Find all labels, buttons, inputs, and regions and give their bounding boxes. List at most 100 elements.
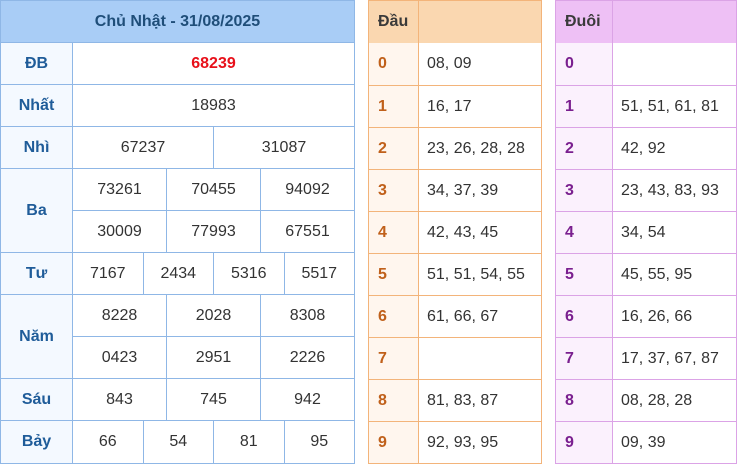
dau-numbers bbox=[419, 338, 541, 379]
duoi-digit: 2 bbox=[556, 128, 613, 169]
dau-row: 1 16, 17 bbox=[369, 85, 541, 127]
prize-number: 31087 bbox=[213, 127, 354, 168]
duoi-row: 6 16, 26, 66 bbox=[556, 295, 736, 337]
duoi-digit: 7 bbox=[556, 338, 613, 379]
prize-line: 30009 77993 67551 bbox=[73, 210, 354, 252]
duoi-digit: 3 bbox=[556, 170, 613, 211]
prize-row: Nhì 67237 31087 bbox=[1, 127, 354, 169]
prize-line: 67237 31087 bbox=[73, 127, 354, 168]
dau-digit: 2 bbox=[369, 128, 419, 169]
dau-rows: 0 08, 09 1 16, 17 2 23, 26, 28, 28 3 34, 37, 39… bbox=[369, 43, 541, 463]
prize-number: 2028 bbox=[166, 295, 260, 336]
prize-line: 0423 2951 2226 bbox=[73, 336, 354, 378]
prize-number: 70455 bbox=[166, 169, 260, 210]
dau-row: 7 bbox=[369, 337, 541, 379]
prize-row: Năm 8228 2028 8308 0423 2951 2226 bbox=[1, 295, 354, 379]
prize-number: 5316 bbox=[213, 253, 284, 294]
duoi-numbers: 17, 37, 67, 87 bbox=[621, 349, 719, 367]
duoi-row: 9 09, 39 bbox=[556, 421, 736, 463]
prize-values: 66 54 81 95 bbox=[73, 421, 354, 463]
duoi-digit: 1 bbox=[556, 86, 613, 127]
dau-numbers: 16, 17 bbox=[427, 97, 472, 115]
dau-row: 8 81, 83, 87 bbox=[369, 379, 541, 421]
prize-label: Sáu bbox=[1, 379, 73, 420]
dau-digit: 4 bbox=[369, 212, 419, 253]
prize-number: 8228 bbox=[101, 306, 138, 324]
prize-number: 2951 bbox=[166, 337, 260, 378]
prize-line: 843 745 942 bbox=[73, 379, 354, 420]
dau-row: 4 42, 43, 45 bbox=[369, 211, 541, 253]
duoi-rows: 0 1 51, 51, 61, 81 2 42, 92 3 23, 43, 83, 93 4 3… bbox=[556, 43, 736, 463]
prize-number: 73261 bbox=[97, 180, 142, 198]
dau-digit: 8 bbox=[369, 380, 419, 421]
prize-label: Nhì bbox=[1, 127, 73, 168]
prize-values: 7167 2434 5316 5517 bbox=[73, 253, 354, 294]
prize-number: 7167 bbox=[89, 264, 126, 282]
prize-values: 67237 31087 bbox=[73, 127, 354, 168]
duoi-digit: 4 bbox=[556, 212, 613, 253]
prize-number: 81 bbox=[213, 421, 284, 463]
dau-row: 2 23, 26, 28, 28 bbox=[369, 127, 541, 169]
prize-values: 68239 bbox=[73, 43, 354, 84]
prize-number: 67237 bbox=[120, 138, 166, 156]
duoi-row: 5 45, 55, 95 bbox=[556, 253, 736, 295]
duoi-header-spacer bbox=[613, 1, 736, 43]
dau-numbers: 92, 93, 95 bbox=[427, 433, 499, 451]
prize-label: Ba bbox=[1, 169, 73, 252]
dau-digit: 7 bbox=[369, 338, 419, 379]
prize-number: 66 bbox=[98, 433, 117, 450]
dau-numbers: 42, 43, 45 bbox=[427, 223, 499, 241]
prize-number: 95 bbox=[283, 421, 355, 463]
prize-number: 843 bbox=[106, 390, 133, 408]
results-date-title: Chủ Nhật - 31/08/2025 bbox=[1, 1, 354, 43]
dau-numbers: 61, 66, 67 bbox=[427, 307, 499, 325]
dau-row: 3 34, 37, 39 bbox=[369, 169, 541, 211]
prize-number: 67551 bbox=[260, 211, 354, 252]
duoi-numbers: 09, 39 bbox=[621, 433, 666, 451]
prize-label: ĐB bbox=[1, 43, 73, 84]
prize-row: Nhất 18983 bbox=[1, 85, 354, 127]
prize-values: 18983 bbox=[73, 85, 354, 126]
prize-number: 0423 bbox=[101, 348, 138, 366]
dau-header-spacer bbox=[419, 1, 541, 43]
duoi-numbers: 45, 55, 95 bbox=[621, 265, 693, 283]
dau-title: Đầu bbox=[369, 1, 419, 43]
duoi-title: Đuôi bbox=[556, 1, 613, 43]
prize-line: 68239 bbox=[73, 43, 354, 84]
duoi-numbers: 23, 43, 83, 93 bbox=[621, 181, 719, 199]
dau-numbers: 08, 09 bbox=[427, 55, 472, 72]
prize-number: 54 bbox=[142, 421, 214, 463]
dau-row: 0 08, 09 bbox=[369, 43, 541, 85]
prize-number: 30009 bbox=[97, 222, 142, 240]
prize-label: Bảy bbox=[1, 421, 73, 463]
dau-digit: 5 bbox=[369, 254, 419, 295]
dau-header: Đầu bbox=[369, 1, 541, 43]
prize-line: 73261 70455 94092 bbox=[73, 169, 354, 210]
prize-label: Năm bbox=[1, 295, 73, 378]
prize-number: 942 bbox=[260, 379, 354, 420]
duoi-row: 1 51, 51, 61, 81 bbox=[556, 85, 736, 127]
special-prize-number: 68239 bbox=[191, 54, 236, 72]
duoi-digit: 5 bbox=[556, 254, 613, 295]
prize-rows: ĐB 68239 Nhất 18983 Nhì 67237 31087 Ba 73261 7045… bbox=[1, 43, 354, 463]
prize-number: 745 bbox=[166, 379, 260, 420]
dau-row: 6 61, 66, 67 bbox=[369, 295, 541, 337]
duoi-numbers bbox=[613, 43, 736, 85]
dau-table: Đầu 0 08, 09 1 16, 17 2 23, 26, 28, 28 3 34, 37… bbox=[368, 0, 542, 464]
prize-row: Bảy 66 54 81 95 bbox=[1, 421, 354, 463]
prize-number: 18983 bbox=[191, 96, 236, 114]
prize-values: 73261 70455 94092 30009 77993 67551 bbox=[73, 169, 354, 252]
dau-row: 5 51, 51, 54, 55 bbox=[369, 253, 541, 295]
prize-number: 5517 bbox=[283, 253, 355, 294]
duoi-row: 0 bbox=[556, 43, 736, 85]
duoi-digit: 6 bbox=[556, 296, 613, 337]
duoi-row: 4 34, 54 bbox=[556, 211, 736, 253]
prize-number: 2434 bbox=[142, 253, 214, 294]
prize-row: Ba 73261 70455 94092 30009 77993 67551 bbox=[1, 169, 354, 253]
duoi-header: Đuôi bbox=[556, 1, 736, 43]
results-table: Chủ Nhật - 31/08/2025 ĐB 68239 Nhất 18983 Nh… bbox=[0, 0, 355, 464]
prize-values: 8228 2028 8308 0423 2951 2226 bbox=[73, 295, 354, 378]
duoi-numbers: 51, 51, 61, 81 bbox=[621, 97, 719, 115]
prize-number: 77993 bbox=[166, 211, 260, 252]
duoi-numbers: 34, 54 bbox=[621, 223, 666, 241]
